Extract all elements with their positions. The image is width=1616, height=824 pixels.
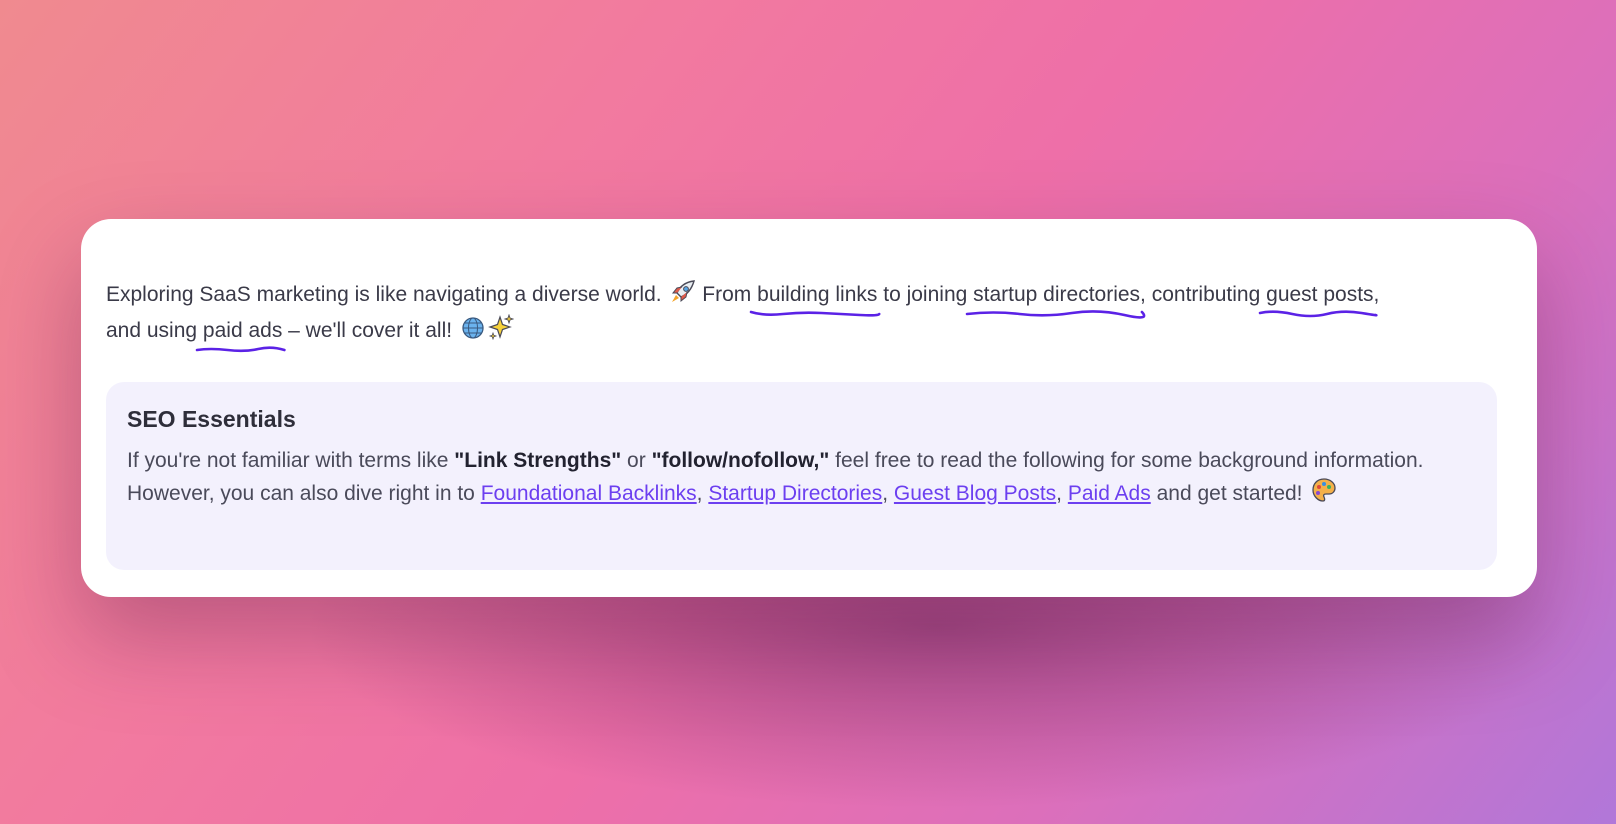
highlight-paid-ads: paid ads	[203, 315, 282, 347]
link-paid-ads[interactable]: Paid Ads	[1068, 482, 1151, 505]
link-guest-blog-posts[interactable]: Guest Blog Posts	[894, 482, 1056, 505]
highlight-building-links: building links	[757, 279, 877, 311]
content-card: Exploring SaaS marketing is like navigat…	[81, 219, 1537, 597]
sparkles-icon	[488, 313, 515, 350]
rocket-icon	[670, 280, 696, 314]
intro-text: – we'll cover it all!	[288, 319, 453, 342]
term-link-strengths: "Link Strengths"	[454, 449, 622, 472]
seo-essentials-callout: SEO Essentials If you're not familiar wi…	[106, 382, 1497, 570]
callout-title: SEO Essentials	[127, 406, 296, 432]
link-startup-directories[interactable]: Startup Directories	[708, 482, 882, 505]
highlight-guest-posts: guest posts	[1266, 279, 1373, 311]
highlight-startup-directories: startup directories	[973, 279, 1140, 311]
intro-paragraph: Exploring SaaS marketing is like navigat…	[106, 279, 1396, 350]
intro-text: to joining	[883, 283, 968, 306]
palette-icon	[1311, 477, 1337, 513]
term-follow-nofollow: "follow/nofollow,"	[651, 449, 830, 472]
callout-body: If you're not familiar with terms like "…	[127, 445, 1476, 513]
intro-text: , contributing	[1140, 283, 1261, 306]
globe-icon	[461, 316, 485, 350]
intro-text: Exploring SaaS marketing is like navigat…	[106, 283, 662, 306]
intro-text: From	[702, 283, 752, 306]
link-foundational-backlinks[interactable]: Foundational Backlinks	[481, 482, 697, 505]
